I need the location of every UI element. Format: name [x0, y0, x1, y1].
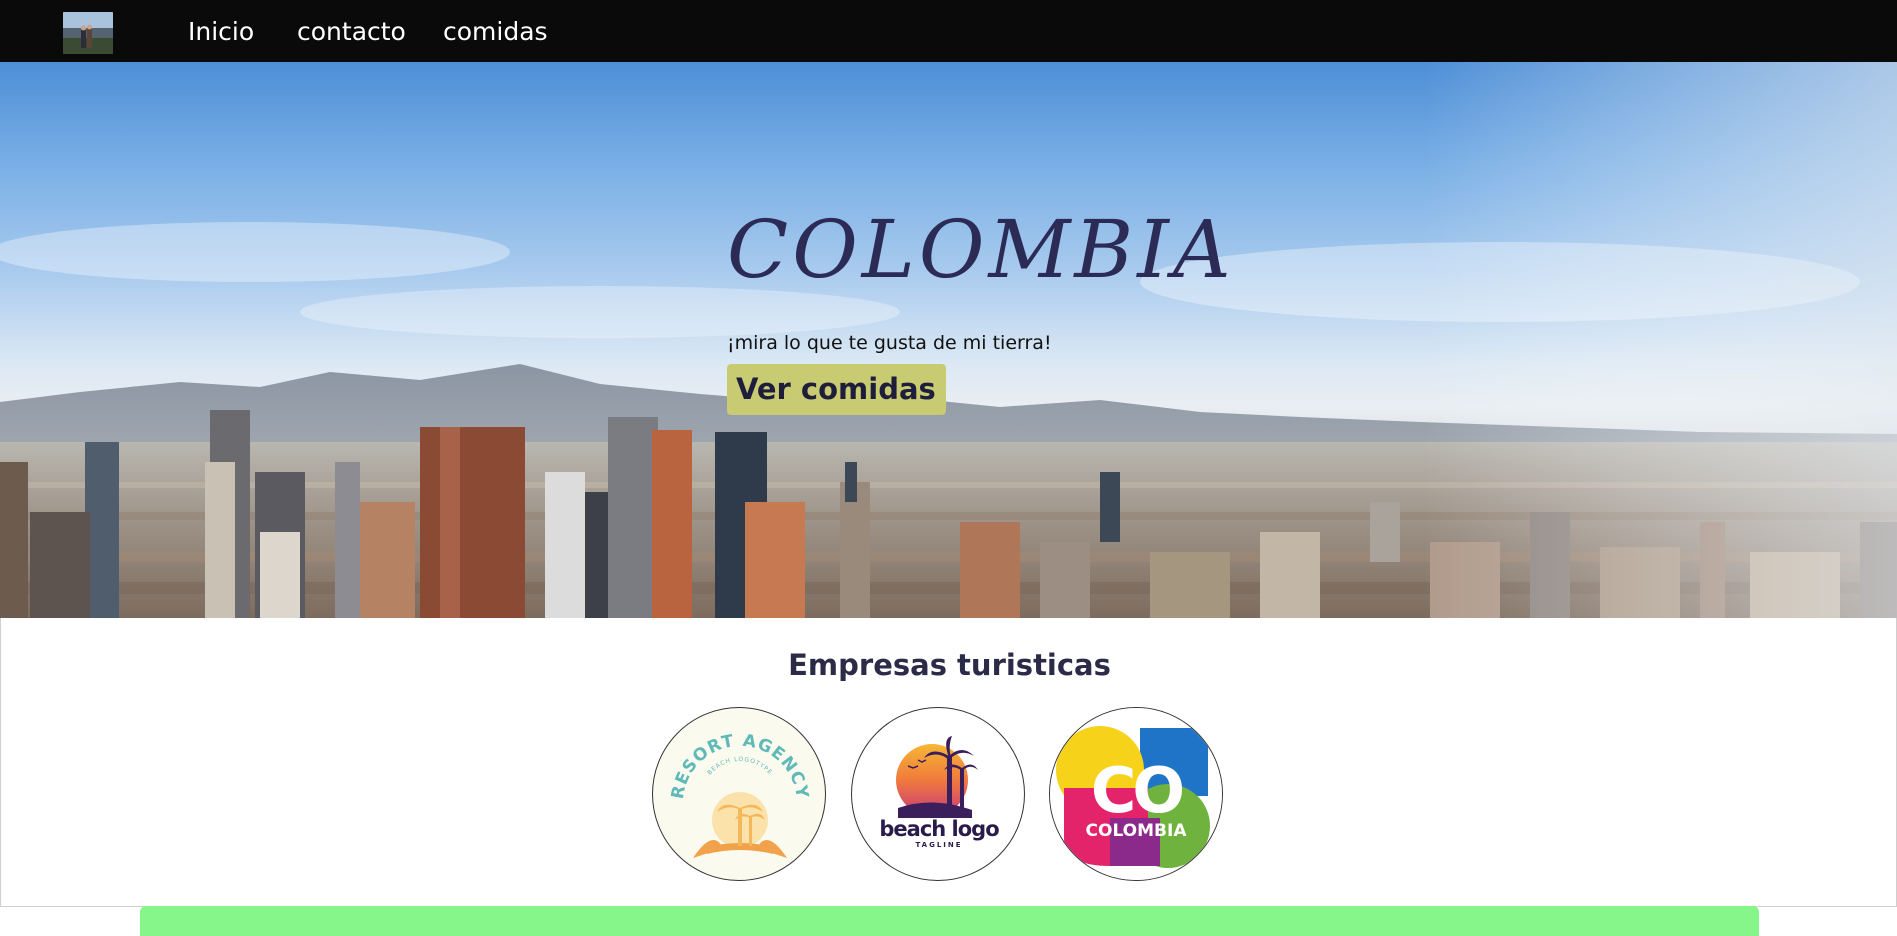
companies-section: Empresas turisticas RESORT AGENCY BEACH …	[0, 618, 1897, 907]
colombia-co-text: CO	[1091, 754, 1183, 827]
nav-link-inicio[interactable]: Inicio	[188, 19, 254, 44]
svg-text:BEACH LOGOTYPE: BEACH LOGOTYPE	[706, 756, 774, 777]
companies-title: Empresas turisticas	[788, 648, 1111, 682]
svg-text:RESORT AGENCY: RESORT AGENCY	[668, 731, 812, 801]
beach-logo-text: beach logo	[879, 817, 999, 841]
hero-banner: COLOMBIA ¡mira lo que te gusta de mi tie…	[0, 62, 1897, 618]
beach-logo-tagline: TAGLINE	[915, 841, 962, 849]
nav-link-comidas[interactable]: comidas	[443, 19, 548, 44]
ver-comidas-button[interactable]: Ver comidas	[727, 364, 946, 415]
nav-link-contacto[interactable]: contacto	[297, 19, 406, 44]
colombia-word-text: COLOMBIA	[1086, 821, 1188, 841]
navbar: Inicio contacto comidas	[0, 0, 1897, 62]
hero-title: COLOMBIA	[727, 203, 1235, 296]
site-logo[interactable]	[63, 12, 113, 54]
resort-agency-logo[interactable]: RESORT AGENCY BEACH LOGOTYPE	[652, 707, 826, 881]
hero-subtitle: ¡mira lo que te gusta de mi tierra!	[727, 332, 1052, 354]
beach-logo[interactable]: beach logo TAGLINE	[851, 707, 1025, 881]
hero-content: COLOMBIA ¡mira lo que te gusta de mi tie…	[727, 210, 1327, 415]
colombia-co-logo[interactable]: CO COLOMBIA	[1049, 707, 1223, 881]
resort-agency-subtext: BEACH LOGOTYPE	[706, 756, 773, 777]
resort-agency-text: RESORT AGENCY	[668, 731, 811, 801]
footer-bar	[140, 906, 1759, 936]
